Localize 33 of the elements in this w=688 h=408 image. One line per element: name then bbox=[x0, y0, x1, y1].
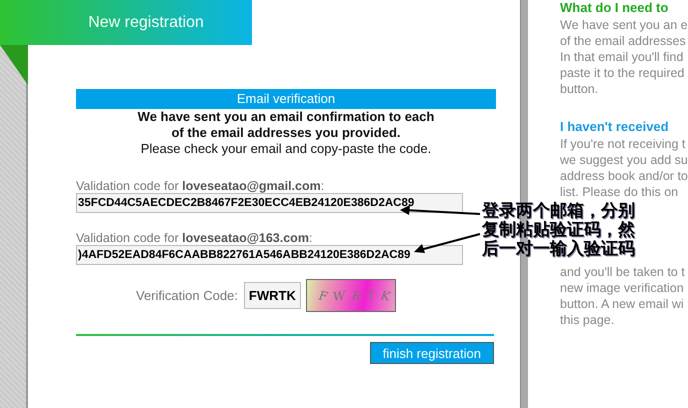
intro-text: We have sent you an email confirmation to each bbox=[136, 109, 436, 125]
captcha-image: F W R T K bbox=[306, 279, 396, 312]
input-field[interactable]: )4AFD52EAD84F6CAABB822761A546ABB24120E386D2AC89 bbox=[76, 245, 463, 265]
arrow-icon bbox=[414, 233, 480, 253]
help-text: this page. bbox=[560, 312, 616, 328]
section-title: Email verification bbox=[76, 89, 496, 109]
help-text: of the email addresses bbox=[560, 33, 687, 49]
section-heading: I haven't received bbox=[560, 119, 669, 135]
input-field[interactable]: 35FCD44C5AECDEC2B8467F2E30ECC4EB24120E386D2AC89 bbox=[76, 193, 463, 213]
instruction-text: Please check your email and copy-paste the code. bbox=[140, 141, 432, 157]
field-label: Validation code for loveseatao@163.com: bbox=[76, 231, 312, 245]
help-text: button. A new email wi bbox=[560, 296, 685, 312]
field-label: Validation code for loveseatao@gmail.com: bbox=[76, 179, 324, 193]
help-text: paste it to the required bbox=[560, 65, 686, 81]
help-text: In that email you'll find bbox=[560, 49, 684, 65]
help-text: and you'll be taken to t bbox=[560, 264, 686, 280]
annotation-text: 后一对一输入验证码 bbox=[482, 240, 635, 259]
help-text: address book and/or to bbox=[560, 168, 688, 184]
help-text: We have sent you an e bbox=[560, 17, 688, 33]
help-text: list. Please do this on bbox=[560, 184, 680, 200]
help-text: new image verification bbox=[560, 280, 685, 296]
annotation-text: 登录两个邮箱，分别 bbox=[482, 202, 635, 221]
intro-text: of the email addresses you provided. bbox=[170, 125, 402, 141]
field-label: Verification Code: bbox=[136, 288, 238, 303]
annotation-text: 复制粘贴验证码，然 bbox=[482, 221, 635, 240]
arrow-icon bbox=[400, 205, 480, 215]
header-title: New registration bbox=[88, 14, 204, 32]
section-heading: What do I need to bbox=[560, 0, 668, 16]
corner-fold-icon bbox=[0, 45, 28, 85]
help-text: button. bbox=[560, 81, 600, 97]
help-text: If you're not receiving t bbox=[560, 136, 686, 152]
input-field[interactable]: FWRTK bbox=[244, 282, 301, 309]
help-text: we suggest you add su bbox=[560, 152, 688, 168]
